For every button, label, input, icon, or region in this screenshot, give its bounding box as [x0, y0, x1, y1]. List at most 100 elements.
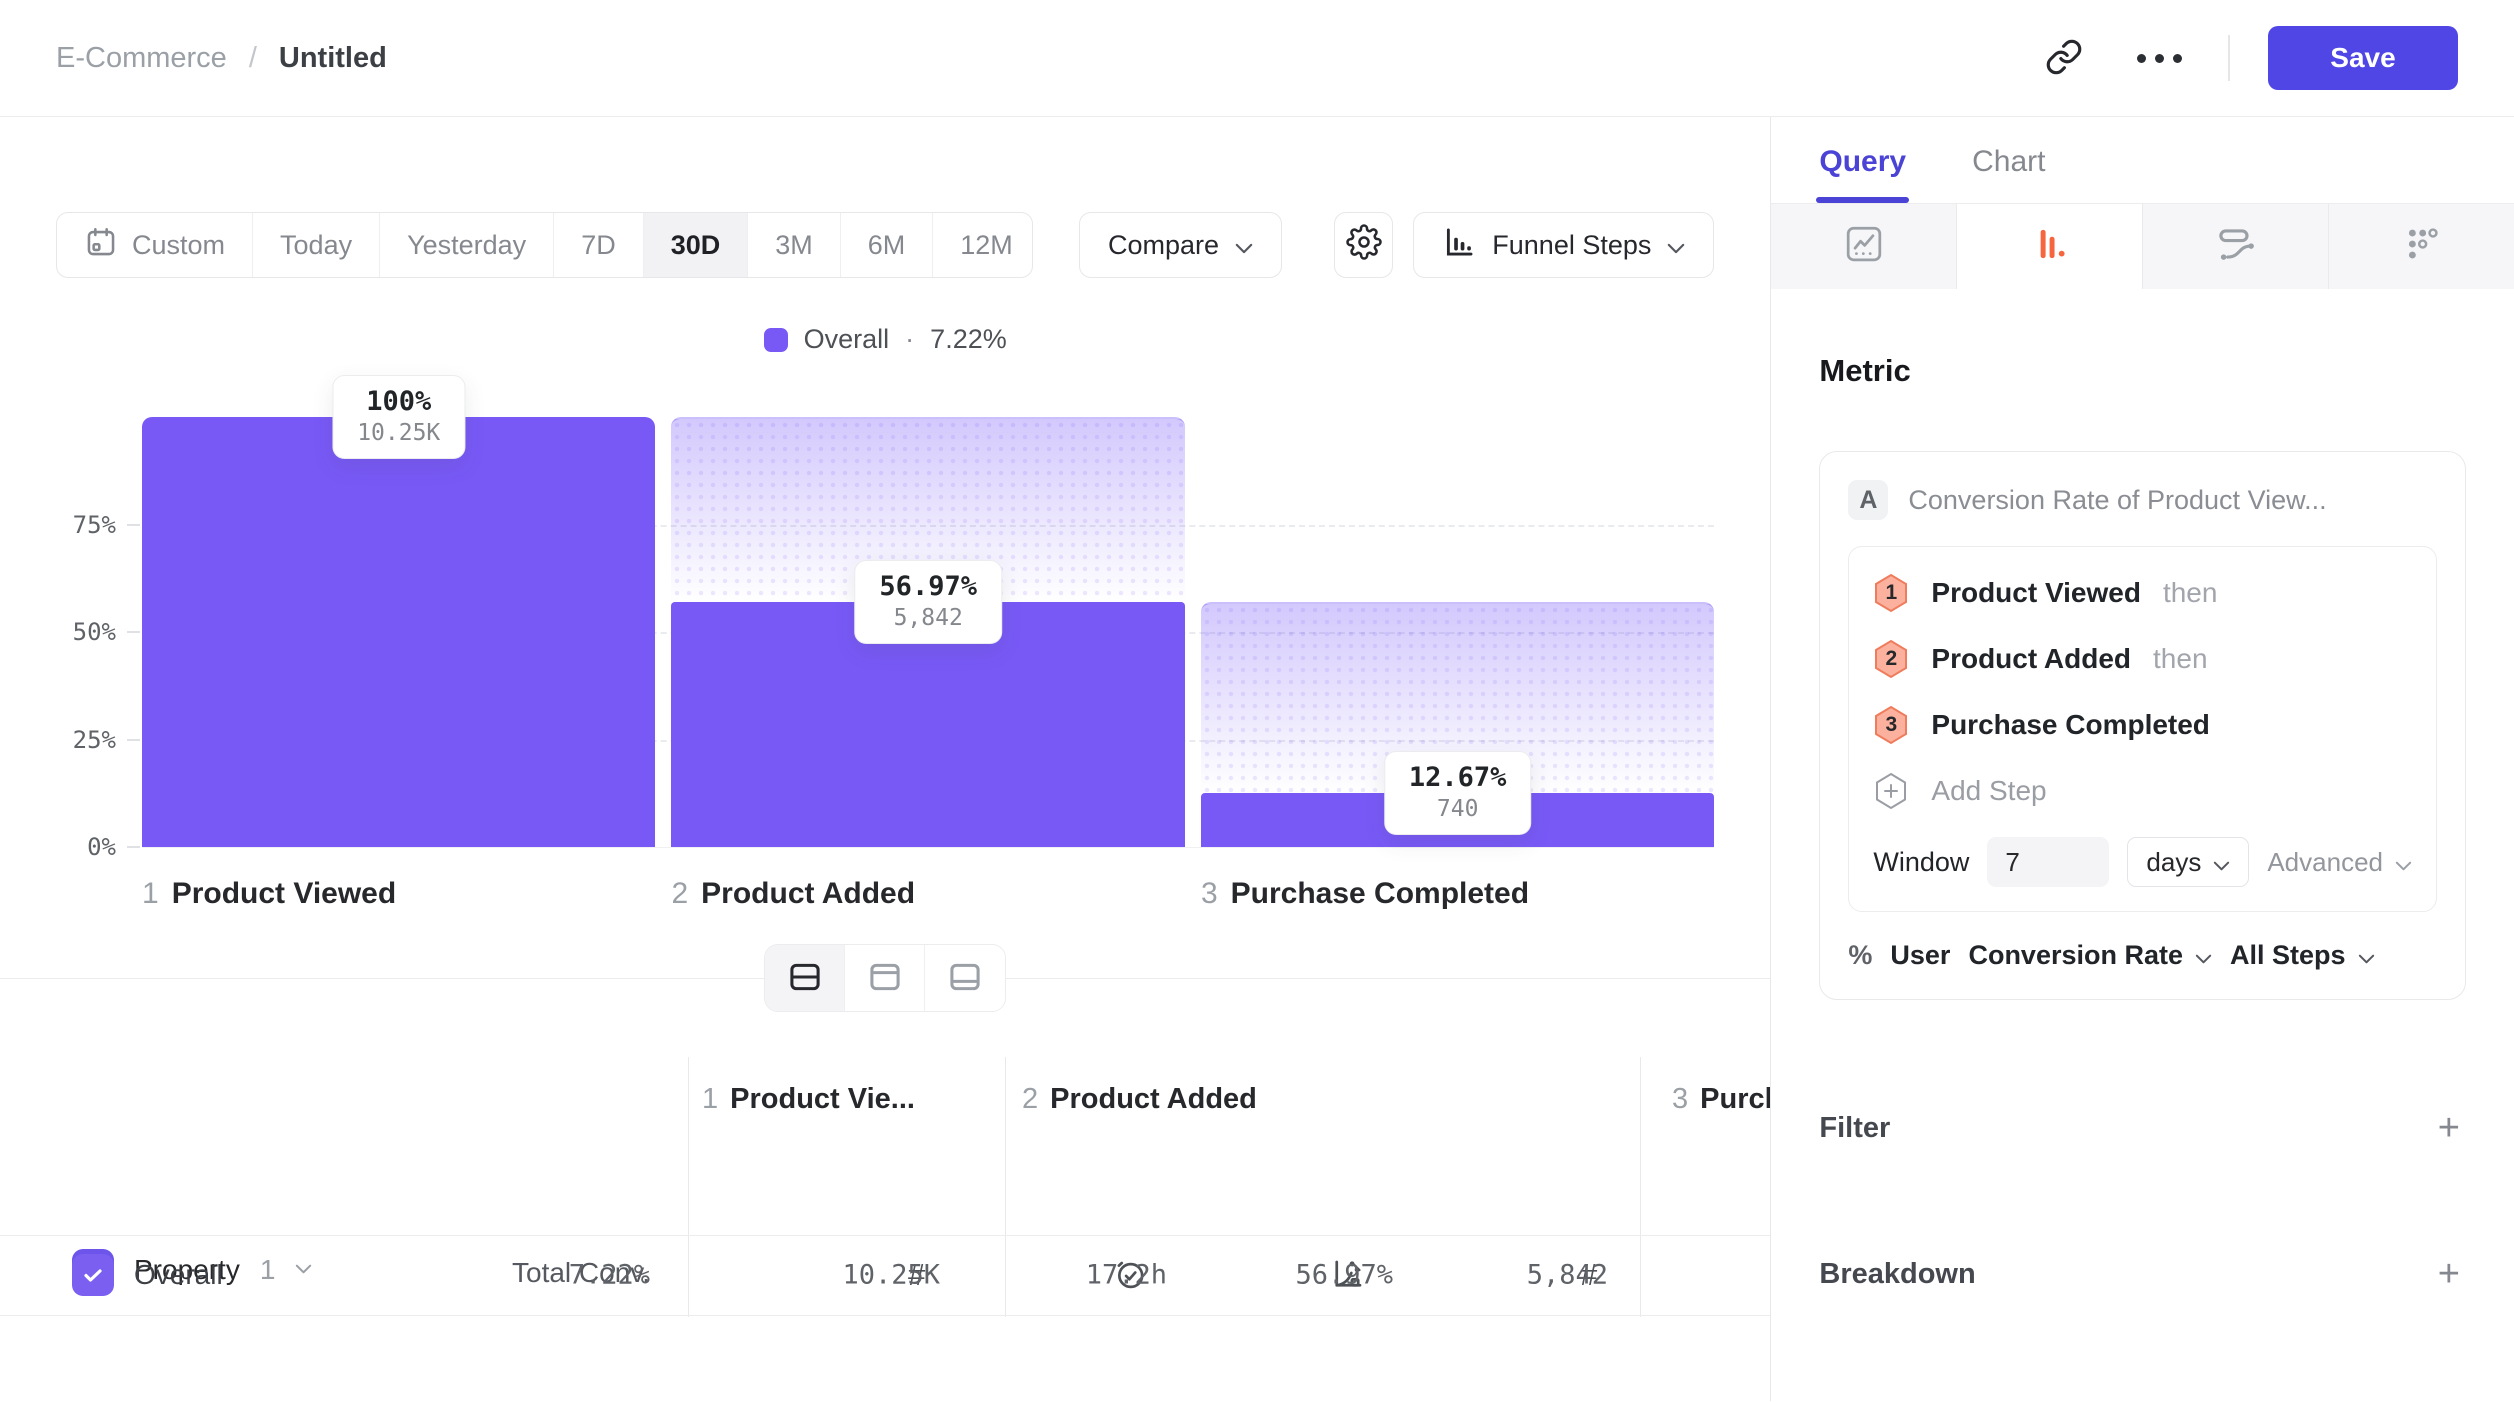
tooltip-count: 5,842 — [879, 605, 977, 631]
funnel-bar-step-1[interactable]: 100% 10.25K — [142, 417, 655, 847]
y-tickmark — [127, 739, 140, 741]
x-label-step-2: 2 Product Added — [671, 877, 1184, 911]
step-number-badge: 3 — [1873, 705, 1909, 745]
chevron-down-icon — [2213, 847, 2230, 878]
chevron-down-icon — [2195, 940, 2212, 971]
save-button[interactable]: Save — [2268, 26, 2458, 90]
measure-metric-select[interactable]: Conversion Rate — [1968, 940, 2212, 971]
split-view-icon — [787, 961, 823, 996]
table-row-divider — [0, 1315, 1770, 1316]
query-step-1[interactable]: 1 Product Viewed then — [1873, 573, 2412, 613]
add-step-button[interactable]: Add Step — [1873, 771, 2412, 811]
cell-step2-count: 5,842 — [1400, 1260, 1608, 1291]
table-group-header-step-2: 2 Product Added — [1022, 1083, 1257, 1116]
advanced-toggle[interactable]: Advanced — [2267, 847, 2412, 878]
chart-settings-button[interactable] — [1334, 212, 1393, 278]
funnel-bars: 100% 10.25K 56.97% 5,842 — [142, 417, 1714, 847]
add-breakdown-button[interactable]: + — [2432, 1254, 2466, 1294]
x-label-step-3: 3 Purchase Completed — [1201, 877, 1714, 911]
legend-swatch — [764, 328, 788, 352]
percent-symbol: % — [1848, 940, 1872, 971]
tab-chart[interactable]: Chart — [1972, 145, 2045, 203]
view-table-only-button[interactable] — [925, 945, 1005, 1011]
tooltip-percent: 12.67% — [1409, 762, 1507, 793]
chart-type-line[interactable] — [1771, 204, 1957, 289]
layout-toggle — [764, 944, 1006, 1012]
retention-dots-icon — [2400, 222, 2444, 271]
chart-legend[interactable]: Overall · 7.22% — [0, 324, 1770, 355]
date-range-6m[interactable]: 6M — [841, 213, 934, 277]
date-range-12m[interactable]: 12M — [933, 213, 1033, 277]
measure-entity[interactable]: User — [1890, 940, 1950, 971]
view-split-button[interactable] — [765, 945, 845, 1011]
chart-type-strip — [1771, 203, 2514, 289]
legend-separator: · — [905, 324, 914, 355]
step-number-badge: 2 — [1873, 639, 1909, 679]
metric-card: A Conversion Rate of Product View... 1 P… — [1819, 451, 2466, 1000]
tooltip-percent: 56.97% — [879, 571, 977, 602]
query-step-3[interactable]: 3 Purchase Completed — [1873, 705, 2412, 745]
chart-toolbar: Custom Today Yesterday 7D 30D 3M 6M 12M … — [56, 212, 1714, 278]
bar-value-tooltip: 100% 10.25K — [332, 375, 465, 459]
funnel-bar-step-2[interactable]: 56.97% 5,842 — [671, 417, 1184, 847]
date-range-7d[interactable]: 7D — [554, 213, 644, 277]
y-tickmark — [127, 846, 140, 848]
cell-step1-count: 10.25K — [690, 1260, 940, 1291]
share-link-button[interactable] — [2037, 30, 2091, 87]
chart-type-flow[interactable] — [2143, 204, 2329, 289]
conversion-window-row: Window days Advanced — [1873, 837, 2412, 887]
measure-scope-select[interactable]: All Steps — [2230, 940, 2375, 971]
more-menu-button[interactable] — [2129, 46, 2190, 71]
bar-value-tooltip: 56.97% 5,842 — [854, 560, 1002, 644]
header-actions: Save — [2037, 26, 2458, 90]
chevron-down-icon — [2358, 940, 2375, 971]
query-step-2[interactable]: 2 Product Added then — [1873, 639, 2412, 679]
metric-title-row[interactable]: A Conversion Rate of Product View... — [1848, 480, 2437, 520]
chevron-down-icon — [1235, 230, 1253, 261]
breadcrumb-current-title[interactable]: Untitled — [279, 42, 387, 75]
window-unit-select[interactable]: days — [2127, 837, 2249, 887]
window-label: Window — [1873, 847, 1969, 878]
filter-section: Filter + — [1819, 1108, 2466, 1148]
bar-value-tooltip: 12.67% 740 — [1384, 751, 1532, 835]
date-range-yesterday[interactable]: Yesterday — [380, 213, 554, 277]
breakdown-section: Breakdown + — [1819, 1254, 2466, 1294]
funnel-bar-step-3[interactable]: 12.67% 740 — [1201, 417, 1714, 847]
breakdown-label: Breakdown — [1819, 1258, 1975, 1291]
funnel-solid-step-1 — [142, 417, 655, 847]
view-chart-only-button[interactable] — [845, 945, 925, 1011]
date-range-today[interactable]: Today — [253, 213, 380, 277]
calendar-icon — [84, 225, 118, 266]
link-icon — [2045, 38, 2083, 79]
add-filter-button[interactable]: + — [2432, 1108, 2466, 1148]
funnel-steps-card: 1 Product Viewed then 2 Product Added th… — [1848, 546, 2437, 912]
chart-type-retention[interactable] — [2329, 204, 2514, 289]
report-pane: Custom Today Yesterday 7D 30D 3M 6M 12M … — [0, 117, 1770, 1401]
table-row-overall[interactable]: Overall 7.22% 10.25K 17.2h 56.97% 5,842 … — [0, 1235, 1770, 1315]
date-range-custom[interactable]: Custom — [57, 213, 253, 277]
compare-button[interactable]: Compare — [1079, 212, 1282, 278]
measured-as-row: % User Conversion Rate All Steps — [1848, 940, 2437, 971]
cell-step2-rate: 56.97% — [1180, 1260, 1393, 1291]
row-checkbox[interactable] — [72, 1254, 114, 1296]
date-range-30d[interactable]: 30D — [644, 213, 749, 277]
breadcrumb-parent[interactable]: E-Commerce — [56, 42, 227, 75]
chart-type-funnel[interactable] — [1957, 204, 2143, 289]
y-axis: 75% 50% 25% 0% — [56, 417, 142, 847]
x-axis-labels: 1 Product Viewed 2 Product Added 3 Purch… — [142, 877, 1714, 911]
cell-total-conversion: 7.22% — [400, 1260, 650, 1291]
metric-section-heading: Metric — [1819, 353, 2466, 389]
bottom-panel-view-icon — [947, 961, 983, 996]
add-step-plus-icon — [1873, 771, 1909, 811]
date-range-3m[interactable]: 3M — [748, 213, 841, 277]
chart-view-selector-button[interactable]: Funnel Steps — [1413, 212, 1714, 278]
table-group-header-step-1: 1 Product Vie... — [702, 1083, 915, 1116]
top-panel-view-icon — [867, 961, 903, 996]
table-group-header-step-3: 3 Purchase Completed — [1672, 1083, 1770, 1116]
tab-query[interactable]: Query — [1819, 145, 1906, 203]
y-tick-label: 25% — [73, 726, 116, 754]
window-value-input[interactable] — [1987, 837, 2109, 887]
funnel-chart: 75% 50% 25% 0% 10 — [56, 417, 1714, 847]
date-range-custom-label: Custom — [132, 230, 225, 261]
y-tick-label: 75% — [73, 511, 116, 539]
